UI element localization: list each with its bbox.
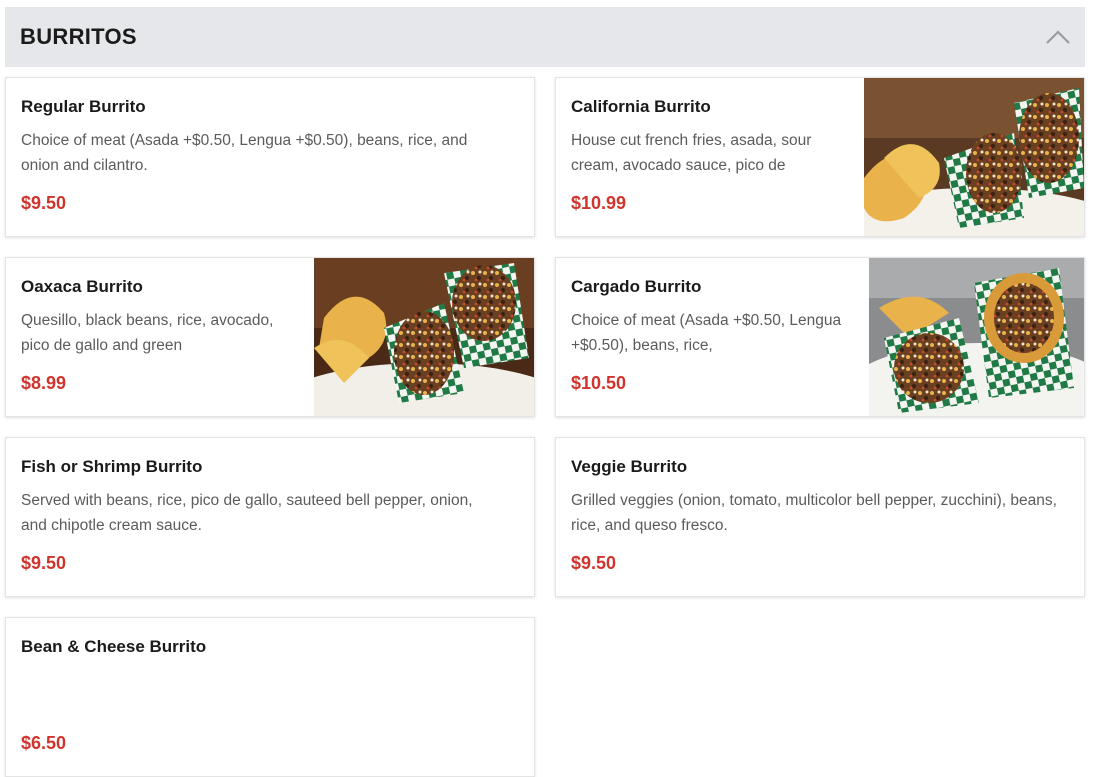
item-description: Choice of meat (Asada +$0.50, Lengua +$0… [21, 132, 468, 174]
item-price: $10.99 [571, 193, 627, 213]
item-description: Served with beans, rice, pico de gallo, … [21, 492, 473, 534]
item-price: $8.99 [21, 373, 67, 393]
menu-item-cargado-burrito[interactable]: Cargado Burrito Choice of meat (Asada +$… [555, 257, 1085, 417]
menu-item-regular-burrito[interactable]: Regular Burrito Choice of meat (Asada +$… [5, 77, 535, 237]
menu-item-oaxaca-burrito[interactable]: Oaxaca Burrito Quesillo, black beans, ri… [5, 257, 535, 417]
item-description: Grilled veggies (onion, tomato, multicol… [571, 492, 1057, 534]
chevron-up-icon[interactable] [1045, 29, 1071, 45]
item-description: House cut french fries, asada, sour crea… [571, 132, 812, 174]
burritos-section-header[interactable]: BURRITOS [5, 7, 1085, 67]
section-title: BURRITOS [20, 24, 137, 49]
item-name: Oaxaca Burrito [21, 277, 143, 296]
item-price: $9.50 [21, 193, 67, 213]
item-name: Cargado Burrito [571, 277, 702, 296]
item-price: $6.50 [21, 733, 67, 753]
item-name: Fish or Shrimp Burrito [21, 457, 203, 476]
menu-item-fish-or-shrimp-burrito[interactable]: Fish or Shrimp Burrito Served with beans… [5, 437, 535, 597]
item-name: Veggie Burrito [571, 457, 688, 476]
menu-item-california-burrito[interactable]: California Burrito House cut french frie… [555, 77, 1085, 237]
item-price: $9.50 [21, 553, 67, 573]
item-price: $9.50 [571, 553, 617, 573]
cargado-burrito-photo [869, 258, 1084, 416]
item-name: California Burrito [571, 97, 711, 116]
california-burrito-photo [864, 78, 1084, 236]
oaxaca-burrito-photo [314, 258, 534, 416]
item-name: Bean & Cheese Burrito [21, 637, 207, 656]
menu-item-bean-and-cheese-burrito[interactable]: Bean & Cheese Burrito $6.50 [5, 617, 535, 777]
item-description: Quesillo, black beans, rice, avocado, pi… [21, 312, 274, 354]
item-description [21, 668, 501, 718]
menu-item-veggie-burrito[interactable]: Veggie Burrito Grilled veggies (onion, t… [555, 437, 1085, 597]
item-description: Choice of meat (Asada +$0.50, Lengua +$0… [571, 312, 842, 354]
item-price: $10.50 [571, 373, 627, 393]
item-name: Regular Burrito [21, 97, 146, 116]
